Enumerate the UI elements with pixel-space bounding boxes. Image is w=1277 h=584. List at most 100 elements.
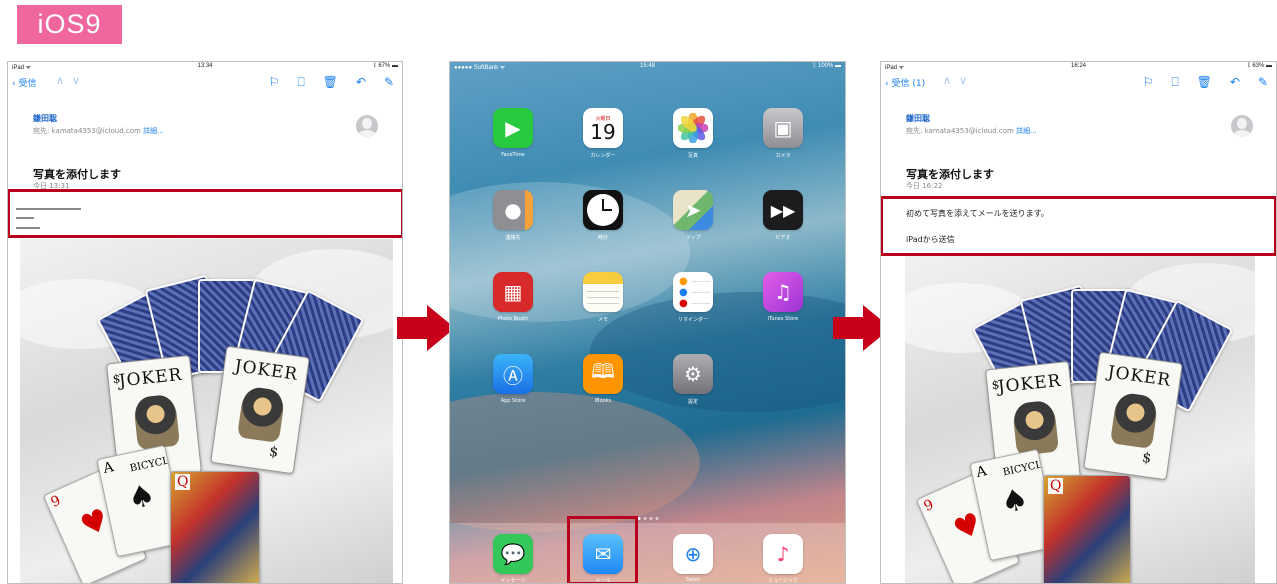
joker-text: JOKER: [233, 356, 300, 385]
calendar-icon[interactable]: 火曜日 19: [583, 108, 623, 148]
videos-icon[interactable]: ▶▶: [763, 190, 803, 230]
attached-photo[interactable]: JOKER $ JOKER $ 9 ♥ A ♠ BICYCLE Q: [20, 239, 393, 583]
page-indicator[interactable]: [637, 517, 658, 520]
reply-icon[interactable]: ↶: [356, 75, 366, 90]
reminders-icon[interactable]: ● —— ● —— ● ——: [673, 272, 713, 312]
mail-datetime: 今日 16:22: [906, 182, 943, 190]
folder-icon[interactable]: ⎕: [297, 75, 304, 90]
app-label: 時計: [597, 235, 608, 241]
mail-subject: 写真を添付します: [33, 168, 121, 181]
flag-icon[interactable]: ⚐: [1143, 75, 1154, 90]
joker-text: JOKER: [117, 364, 184, 392]
itunes-store-icon[interactable]: ♫: [763, 272, 803, 312]
app-label: ミュージック: [768, 578, 798, 584]
comparison-figure: iOS9 iPad ᯤ 13:34 ᛒ 67% ▬ ‹ 受信 ∧ ∨ ⚐ ⎕ 🗑…: [0, 0, 1277, 584]
app-label: iTunes Store: [767, 316, 799, 322]
status-bar: iPad ᯤ 16:24 ᛒ 63% ▬: [881, 62, 1276, 72]
sender-name[interactable]: 鎌田聡: [33, 113, 57, 124]
card-rank: Q: [1048, 478, 1064, 494]
queen-of-hearts-card: Q: [1043, 475, 1131, 583]
back-label: 受信 (1): [891, 79, 926, 89]
trash-icon[interactable]: 🗑: [1197, 75, 1212, 90]
photos-icon[interactable]: [673, 108, 713, 148]
avatar: [356, 115, 378, 137]
messages-icon[interactable]: 💬: [493, 534, 533, 574]
app-label: 設定: [687, 399, 698, 405]
facetime-icon[interactable]: ▶: [493, 108, 533, 148]
app-label: ビデオ: [775, 235, 791, 241]
settings-icon[interactable]: ⚙: [673, 354, 713, 394]
flag-icon[interactable]: ⚐: [269, 75, 280, 90]
ibooks-icon[interactable]: 🕮: [583, 354, 623, 394]
photo-booth-icon[interactable]: ▦: [493, 272, 533, 312]
folder-icon[interactable]: ⎕: [1171, 75, 1178, 90]
app-label: カレンダー: [590, 153, 616, 159]
music-icon[interactable]: ♪: [763, 534, 803, 574]
details-link[interactable]: 詳細...: [143, 127, 164, 135]
app-label: メモ: [597, 317, 608, 323]
status-battery: ᛒ 67% ▬: [373, 63, 398, 69]
app-store-icon[interactable]: Ⓐ: [493, 354, 533, 394]
status-time: 15:48: [639, 63, 656, 69]
recipient-address: kamata4353@icloud.com: [924, 127, 1014, 135]
trash-icon[interactable]: 🗑: [323, 75, 338, 90]
app-label: iBooks: [594, 398, 612, 404]
status-battery: ᛒ 63% ▬: [1247, 63, 1272, 69]
left-mail-screen: iPad ᯤ 13:34 ᛒ 67% ▬ ‹ 受信 ∧ ∨ ⚐ ⎕ 🗑 ↶ ✎ …: [7, 61, 403, 584]
app-label: 写真: [687, 153, 698, 159]
card-rank: A: [101, 459, 116, 477]
app-label: FaceTime: [501, 152, 525, 158]
card-rank: 9: [921, 496, 937, 515]
card-rank: A: [974, 463, 989, 481]
app-label: Safari: [685, 577, 701, 583]
app-label: App Store: [500, 398, 526, 404]
details-link[interactable]: 詳細...: [1016, 127, 1037, 135]
avatar: [1231, 115, 1253, 137]
maps-icon[interactable]: ➤: [673, 190, 713, 230]
status-time: 16:24: [1070, 63, 1087, 69]
status-carrier: iPad ᯤ: [12, 65, 32, 71]
contacts-icon[interactable]: ●: [493, 190, 533, 230]
recipient-line: 宛先: kamata4353@icloud.com 詳細...: [33, 126, 164, 136]
back-to-inbox-button[interactable]: ‹ 受信: [12, 76, 36, 89]
status-carrier: iPad ᯤ: [885, 65, 905, 71]
notes-icon[interactable]: [583, 272, 623, 312]
highlight-box: [567, 516, 638, 583]
app-label: 連絡先: [505, 235, 521, 241]
mail-toolbar: ‹ 受信 ∧ ∨ ⚐ ⎕ 🗑 ↶ ✎: [8, 72, 402, 96]
camera-icon[interactable]: ▣: [763, 108, 803, 148]
clock-icon[interactable]: [583, 190, 623, 230]
sender-name[interactable]: 鎌田聡: [906, 113, 930, 124]
safari-icon[interactable]: ⊕: [673, 534, 713, 574]
back-to-inbox-button[interactable]: ‹ 受信 (1): [885, 76, 925, 89]
mail-subject: 写真を添付します: [906, 168, 994, 181]
joker-card: JOKER $: [1083, 351, 1183, 481]
highlight-box: [881, 196, 1276, 256]
compose-icon[interactable]: ✎: [1258, 75, 1268, 90]
home-screen: ●●●●● SoftBank ᯤ 15:48 ᛒ 100% ▬ ▶ FaceTi…: [449, 61, 846, 584]
status-bar: ●●●●● SoftBank ᯤ 15:48 ᛒ 100% ▬: [450, 62, 845, 72]
next-message-icon[interactable]: ∨: [959, 74, 967, 87]
card-rank: Q: [175, 474, 191, 490]
back-label: 受信: [18, 79, 37, 89]
next-message-icon[interactable]: ∨: [72, 74, 80, 87]
app-label: マップ: [685, 235, 701, 241]
status-battery: ᛒ 100% ▬: [812, 63, 841, 69]
previous-message-icon[interactable]: ∧: [943, 74, 951, 87]
app-label: カメラ: [775, 153, 791, 159]
right-mail-screen: iPad ᯤ 16:24 ᛒ 63% ▬ ‹ 受信 (1) ∧ ∨ ⚐ ⎕ 🗑 …: [880, 61, 1277, 584]
app-label: リマインダー: [677, 317, 708, 323]
previous-message-icon[interactable]: ∧: [56, 74, 64, 87]
joker-text: JOKER: [1106, 362, 1173, 391]
right-arrow-icon: [397, 305, 455, 351]
card-rank: 9: [48, 492, 64, 511]
attached-photo[interactable]: JOKER $ JOKER $ 9 ♥ A ♠ BICYCLE Q: [905, 253, 1255, 583]
app-label: メッセージ: [500, 578, 526, 584]
compose-icon[interactable]: ✎: [384, 75, 394, 90]
recipient-address: kamata4353@icloud.com: [51, 127, 141, 135]
reply-icon[interactable]: ↶: [1230, 75, 1240, 90]
ios-version-badge: iOS9: [17, 5, 122, 44]
calendar-day: 19: [590, 119, 616, 144]
joker-card: JOKER $: [210, 345, 310, 475]
to-prefix: 宛先:: [33, 127, 52, 135]
